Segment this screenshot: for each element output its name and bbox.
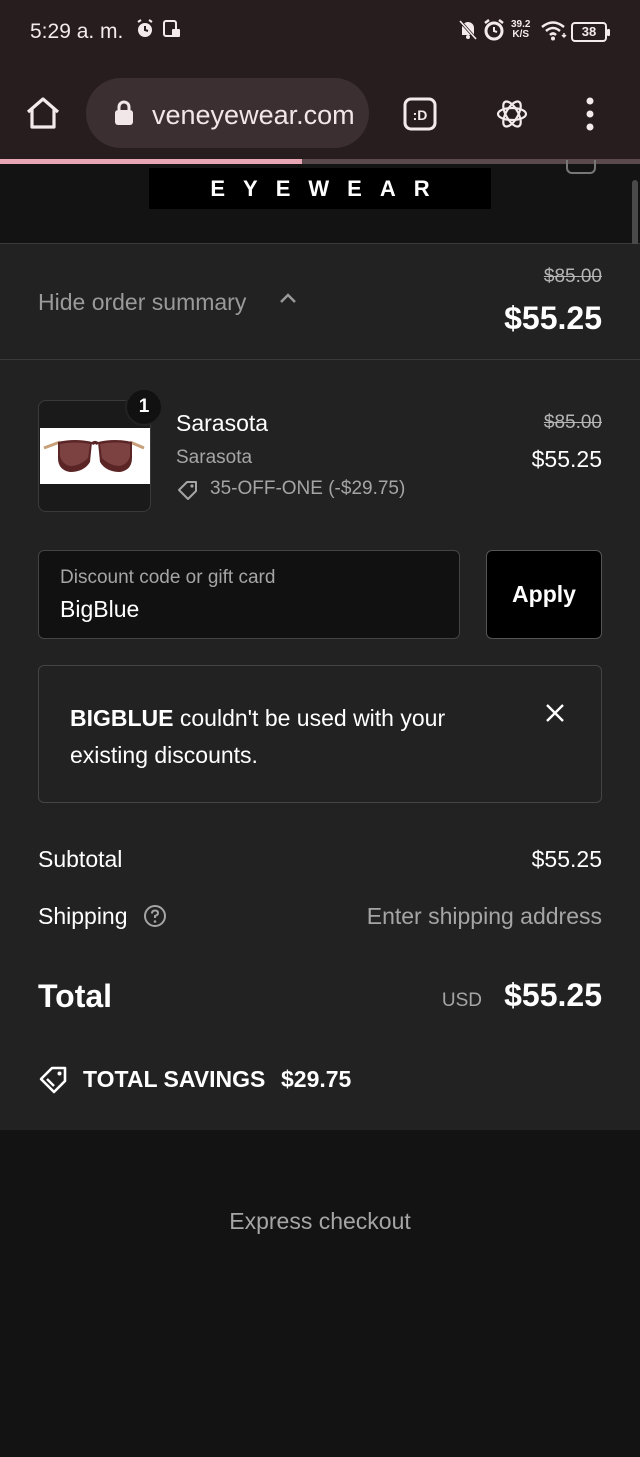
product-discount: 35-OFF-ONE (-$29.75) xyxy=(176,478,405,500)
product-original-price: $85.00 xyxy=(543,412,602,433)
browser-toolbar: veneyewear.com :D xyxy=(0,64,640,164)
summary-total: $55.25 xyxy=(504,300,602,336)
url-text[interactable]: veneyewear.com xyxy=(152,100,355,131)
total-savings-value: $29.75 xyxy=(281,1066,352,1092)
summary-original-total: $85.00 xyxy=(543,266,602,287)
sunglasses-image xyxy=(40,428,150,484)
order-summary-toggle[interactable]: Hide order summary $85.00 $55.25 xyxy=(0,244,640,360)
logo-text: EYEWEAR xyxy=(210,176,448,201)
address-bar[interactable]: veneyewear.com xyxy=(86,78,369,148)
shipping-label: Shipping xyxy=(38,903,128,929)
net-speed: 39.2 K/S xyxy=(511,20,530,40)
store-logo[interactable]: EYEWEAR xyxy=(149,168,491,209)
wifi-icon xyxy=(541,21,567,46)
discount-code-input[interactable]: Discount code or gift card BigBlue xyxy=(38,550,460,639)
store-header: EYEWEAR xyxy=(0,160,640,244)
sim-icon xyxy=(162,19,182,44)
discount-error-message: BIGBLUE couldn't be used with your exist… xyxy=(70,700,490,774)
discount-code-value[interactable]: BigBlue xyxy=(60,596,139,623)
status-bar: 5:29 a. m. 39.2 K/S 38 xyxy=(0,0,640,64)
product-discount-text: 35-OFF-ONE (-$29.75) xyxy=(210,478,406,499)
svg-text::D: :D xyxy=(413,107,428,123)
order-summary-toggle-label[interactable]: Hide order summary xyxy=(38,289,246,316)
total-label: Total xyxy=(38,978,113,1014)
mute-icon xyxy=(458,19,478,46)
status-time: 5:29 a. m. xyxy=(30,20,124,43)
help-icon[interactable] xyxy=(143,904,167,933)
subtotal-value: $55.25 xyxy=(531,846,602,872)
discount-error-code: BIGBLUE xyxy=(70,705,174,731)
tag-icon xyxy=(176,479,200,507)
battery-icon: 38 xyxy=(571,22,610,42)
product-name: Sarasota xyxy=(176,410,269,436)
lock-icon[interactable] xyxy=(114,100,134,131)
chevron-up-icon[interactable] xyxy=(278,291,298,310)
alarm-icon xyxy=(483,19,505,46)
total-savings-label: TOTAL SAVINGS xyxy=(83,1066,266,1092)
home-icon[interactable] xyxy=(24,95,62,136)
more-vertical-icon[interactable] xyxy=(584,97,596,136)
tag-icon xyxy=(38,1064,70,1100)
alarm-icon xyxy=(136,19,154,44)
apply-button[interactable]: Apply xyxy=(486,550,602,639)
close-icon[interactable] xyxy=(544,702,566,729)
express-checkout-heading: Express checkout xyxy=(229,1208,411,1234)
total-value: $55.25 xyxy=(504,977,602,1013)
openai-icon[interactable] xyxy=(494,96,530,137)
shipping-value: Enter shipping address xyxy=(366,903,602,929)
discount-error-banner: BIGBLUE couldn't be used with your exist… xyxy=(38,665,602,803)
quantity-badge: 1 xyxy=(125,388,163,426)
cart-icon[interactable] xyxy=(566,160,596,174)
order-summary-panel: Hide order summary $85.00 $55.25 1 Saras… xyxy=(0,244,640,1130)
discount-code-label: Discount code or gift card xyxy=(60,567,276,588)
currency-code: USD xyxy=(441,990,482,1011)
product-price: $55.25 xyxy=(531,446,602,472)
tab-switcher-icon[interactable]: :D xyxy=(403,97,437,136)
product-variant: Sarasota xyxy=(176,447,253,468)
subtotal-label: Subtotal xyxy=(38,846,123,872)
net-speed-unit: K/S xyxy=(512,29,530,40)
